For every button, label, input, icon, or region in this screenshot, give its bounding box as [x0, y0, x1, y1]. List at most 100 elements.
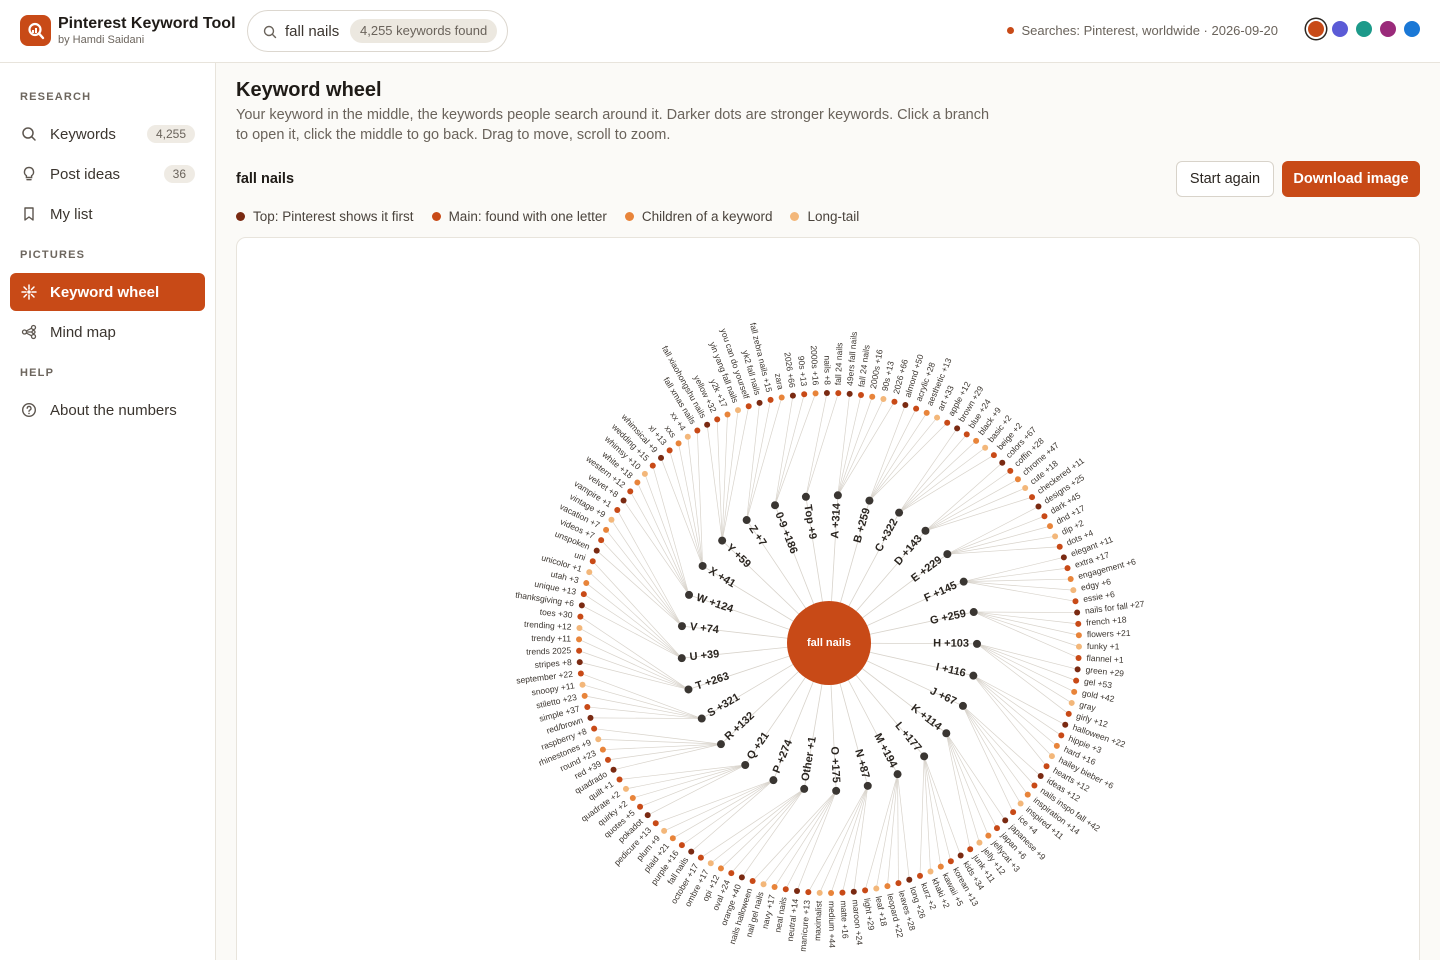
leaf-node[interactable] [652, 820, 659, 827]
leaf-node[interactable] [576, 625, 583, 632]
leaf-node[interactable] [805, 889, 812, 896]
leaf-node[interactable] [1010, 809, 1017, 816]
leaf-node[interactable] [846, 390, 853, 397]
leaf-node[interactable] [745, 403, 752, 410]
leaf-node[interactable] [678, 842, 685, 849]
leaf-label[interactable]: flannel +1 [1086, 653, 1124, 665]
leaf-label[interactable]: medium +44 [827, 901, 837, 948]
leaf-node[interactable] [576, 647, 583, 654]
sidebar-item-keywords[interactable]: Keywords 4,255 [10, 115, 205, 153]
branch-label[interactable]: Q +21 [745, 730, 772, 762]
branch-node[interactable] [742, 516, 751, 525]
leaf-node[interactable] [1002, 817, 1009, 824]
leaf-node[interactable] [577, 613, 584, 620]
leaf-node[interactable] [937, 863, 944, 870]
leaf-node[interactable] [1073, 677, 1080, 684]
branch-label[interactable]: E +229 [909, 554, 944, 585]
leaf-node[interactable] [1068, 699, 1075, 706]
leaf-node[interactable] [684, 433, 691, 440]
leaf-node[interactable] [697, 854, 704, 861]
branch-node[interactable] [718, 536, 727, 545]
branch-label[interactable]: U +39 [689, 648, 720, 663]
branch-label[interactable]: I +116 [935, 661, 967, 679]
search-query[interactable]: fall nails [285, 23, 339, 40]
leaf-node[interactable] [1041, 513, 1048, 520]
leaf-node[interactable] [717, 865, 724, 872]
theme-swatch-teal[interactable] [1356, 21, 1372, 37]
leaf-node[interactable] [963, 431, 970, 438]
theme-swatch-blue[interactable] [1404, 21, 1420, 37]
leaf-node[interactable] [1035, 503, 1042, 510]
theme-swatch-orange[interactable] [1308, 21, 1324, 37]
branch-node[interactable] [958, 701, 967, 710]
leaf-node[interactable] [1007, 467, 1014, 474]
leaf-node[interactable] [1056, 543, 1063, 550]
branch-node[interactable] [833, 491, 842, 500]
branch-label[interactable]: O +175 [828, 746, 842, 783]
branch-node[interactable] [865, 496, 874, 505]
branch-node[interactable] [893, 770, 902, 779]
leaf-node[interactable] [1058, 732, 1065, 739]
branch-label[interactable]: M +194 [871, 731, 899, 770]
leaf-node[interactable] [1060, 554, 1067, 561]
leaf-node[interactable] [823, 390, 830, 397]
leaf-label[interactable]: maximalist [812, 900, 824, 941]
branch-node[interactable] [942, 729, 951, 738]
branch-label[interactable]: S +321 [706, 691, 742, 719]
leaf-node[interactable] [1043, 763, 1050, 770]
leaf-node[interactable] [873, 885, 880, 892]
leaf-node[interactable] [644, 812, 651, 819]
branch-label[interactable]: C +322 [873, 517, 901, 554]
branch-node[interactable] [832, 786, 841, 795]
leaf-node[interactable] [934, 414, 941, 421]
leaf-node[interactable] [1031, 782, 1038, 789]
theme-swatch-indigo[interactable] [1332, 21, 1348, 37]
branch-label[interactable]: X +41 [706, 565, 737, 590]
branch-node[interactable] [677, 622, 686, 631]
leaf-node[interactable] [944, 419, 951, 426]
leaf-node[interactable] [1024, 791, 1031, 798]
branch-label[interactable]: P +274 [771, 737, 796, 775]
leaf-node[interactable] [812, 390, 819, 397]
leaf-node[interactable] [880, 395, 887, 402]
leaf-node[interactable] [884, 883, 891, 890]
leaf-node[interactable] [641, 470, 648, 477]
leaf-node[interactable] [580, 591, 587, 598]
branch-node[interactable] [969, 671, 978, 680]
leaf-node[interactable] [990, 452, 997, 459]
theme-swatch-purple[interactable] [1380, 21, 1396, 37]
leaf-node[interactable] [1053, 742, 1060, 749]
leaf-node[interactable] [816, 889, 823, 896]
leaf-label[interactable]: zara [773, 372, 786, 390]
leaf-node[interactable] [675, 440, 682, 447]
branch-label[interactable]: R +132 [723, 710, 757, 743]
branch-label[interactable]: W +124 [695, 592, 736, 616]
leaf-node[interactable] [1075, 632, 1082, 639]
leaf-node[interactable] [782, 886, 789, 893]
leaf-node[interactable] [954, 425, 961, 432]
leaf-node[interactable] [794, 887, 801, 894]
leaf-node[interactable] [1052, 533, 1059, 540]
leaf-label[interactable]: nails +8 [822, 355, 832, 385]
leaf-node[interactable] [581, 692, 588, 699]
leaf-node[interactable] [967, 846, 974, 853]
leaf-node[interactable] [927, 868, 934, 875]
leaf-node[interactable] [688, 848, 695, 855]
leaf-label[interactable]: trending +12 [524, 619, 572, 632]
branch-node[interactable] [895, 508, 904, 517]
sidebar-item-about-numbers[interactable]: About the numbers [10, 391, 205, 429]
branch-node[interactable] [698, 561, 707, 570]
leaf-node[interactable] [579, 681, 586, 688]
leaf-node[interactable] [756, 399, 763, 406]
leaf-node[interactable] [704, 421, 711, 428]
branch-node[interactable] [969, 608, 978, 617]
leaf-node[interactable] [1017, 800, 1024, 807]
leaf-node[interactable] [982, 444, 989, 451]
leaf-label[interactable]: trends 2025 [526, 645, 571, 656]
branch-label[interactable]: L +177 [892, 720, 923, 754]
branch-label[interactable]: G +259 [929, 608, 967, 627]
leaf-node[interactable] [724, 411, 731, 418]
leaf-node[interactable] [599, 746, 606, 753]
leaf-node[interactable] [902, 401, 909, 408]
leaf-node[interactable] [661, 827, 668, 834]
